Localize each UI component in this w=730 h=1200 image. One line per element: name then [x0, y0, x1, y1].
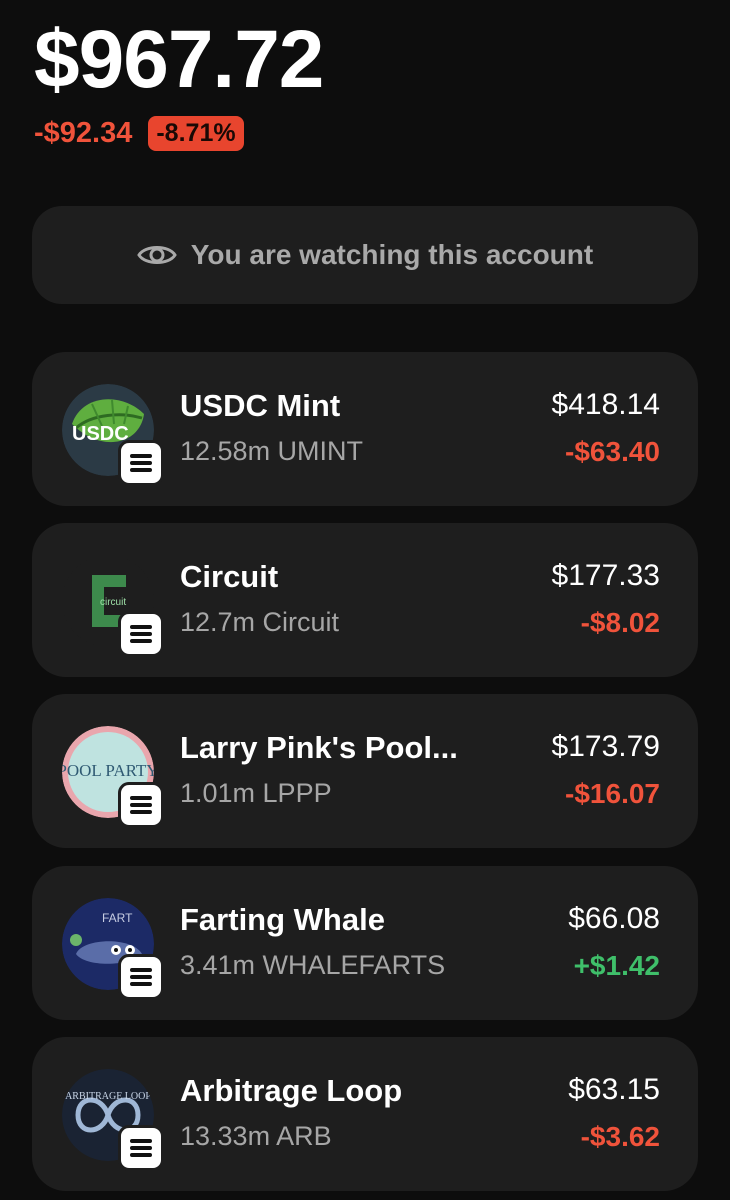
solana-chain-icon	[118, 1125, 164, 1171]
solana-chain-icon	[118, 440, 164, 486]
svg-text:USDC: USDC	[72, 423, 129, 445]
portfolio-change-percent-badge: -8.71%	[148, 116, 244, 151]
svg-text:circuit: circuit	[100, 597, 126, 608]
token-name: Larry Pink's Pool...	[180, 730, 458, 765]
watching-account-text: You are watching this account	[190, 239, 594, 270]
token-row-farting-whale[interactable]: FART Farting Whale 3.41m WHALEFARTS $66.…	[32, 866, 698, 1020]
svg-text:POOL PARTY: POOL PARTY	[62, 761, 154, 780]
token-amount: 1.01m LPPP	[180, 778, 332, 808]
portfolio-change-row: -$92.34 -8.71%	[34, 116, 244, 151]
token-value: $63.15	[568, 1073, 660, 1106]
token-value: $173.79	[551, 730, 660, 763]
token-value: $177.33	[551, 559, 660, 592]
token-change: +$1.42	[573, 950, 660, 981]
token-name: USDC Mint	[180, 388, 341, 423]
eye-icon	[137, 241, 177, 269]
token-amount: 13.33m ARB	[180, 1121, 332, 1151]
solana-chain-icon	[118, 782, 164, 828]
token-change: -$16.07	[565, 778, 660, 809]
token-name: Farting Whale	[180, 902, 385, 937]
watching-account-banner: You are watching this account	[32, 206, 698, 304]
solana-chain-icon	[118, 954, 164, 1000]
portfolio-balance: $967.72	[34, 14, 324, 105]
portfolio-change-value: -$92.34	[34, 117, 133, 149]
token-amount: 3.41m WHALEFARTS	[180, 950, 446, 980]
token-row-arbitrage-loop[interactable]: ARBITRAGE LOOP Arbitrage Loop 13.33m ARB…	[32, 1037, 698, 1191]
svg-text:FART: FART	[102, 911, 133, 925]
token-name: Arbitrage Loop	[180, 1073, 403, 1108]
token-change: -$3.62	[580, 1121, 660, 1152]
token-amount: 12.58m UMINT	[180, 436, 364, 466]
token-name: Circuit	[180, 559, 279, 594]
token-amount: 12.7m Circuit	[180, 607, 340, 637]
token-row-usdc-mint[interactable]: USDC USDC Mint 12.58m UMINT $418.14 -$63…	[32, 352, 698, 506]
svg-text:ARBITRAGE LOOP: ARBITRAGE LOOP	[65, 1091, 151, 1102]
token-change: -$63.40	[565, 436, 660, 467]
solana-chain-icon	[118, 611, 164, 657]
token-value: $66.08	[568, 902, 660, 935]
token-change: -$8.02	[580, 607, 660, 638]
token-value: $418.14	[551, 388, 660, 421]
token-row-larry-pinks-pool-party[interactable]: POOL PARTY Larry Pink's Pool... 1.01m LP…	[32, 694, 698, 848]
token-row-circuit[interactable]: circuit Circuit 12.7m Circuit $177.33 -$…	[32, 523, 698, 677]
